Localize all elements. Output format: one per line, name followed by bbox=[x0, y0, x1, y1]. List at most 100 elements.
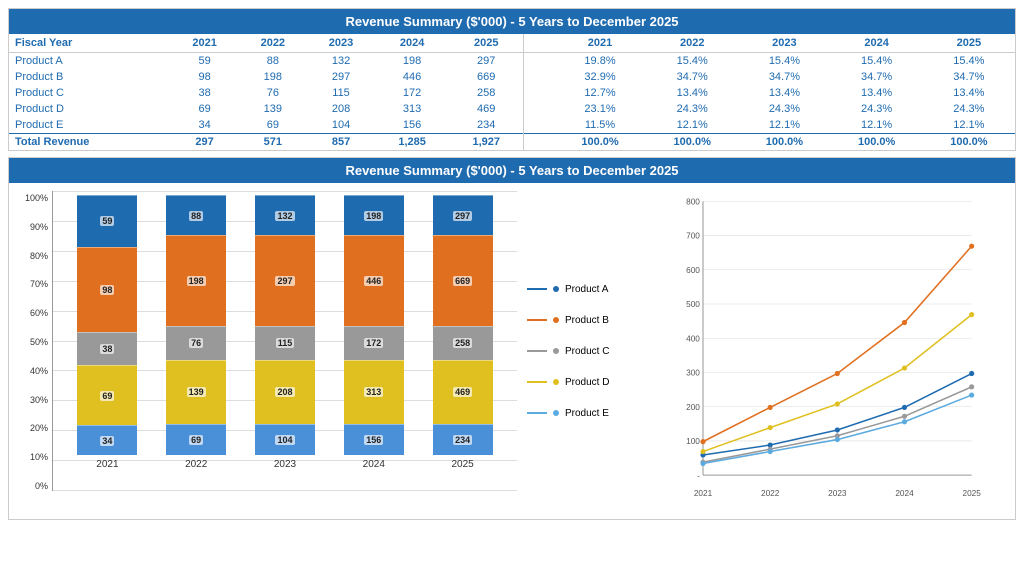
pct-cell: 15.4% bbox=[738, 53, 830, 70]
y-axis-label: 20% bbox=[17, 423, 48, 433]
product-name: Product B bbox=[9, 69, 171, 85]
bar-segment: 669 bbox=[433, 235, 493, 325]
value-cell: 69 bbox=[239, 117, 307, 134]
bar-segment: 156 bbox=[344, 424, 404, 455]
col-2022: 2022 bbox=[239, 34, 307, 53]
pct-cell: 24.3% bbox=[831, 101, 923, 117]
x-labels bbox=[52, 491, 517, 511]
bar-value-label: 38 bbox=[100, 344, 114, 354]
total-pct: 100.0% bbox=[923, 134, 1015, 151]
bar-value-label: 59 bbox=[100, 216, 114, 226]
legend-label: Product C bbox=[565, 346, 609, 357]
total-value: 297 bbox=[171, 134, 239, 151]
product-name: Product D bbox=[9, 101, 171, 117]
svg-text:600: 600 bbox=[686, 266, 700, 275]
bar-segment: 313 bbox=[344, 360, 404, 423]
svg-text:100: 100 bbox=[686, 437, 700, 446]
bar-value-label: 208 bbox=[275, 387, 294, 397]
bar-column: 1563131724461982024 bbox=[344, 195, 404, 470]
table-row: Product A598813219829719.8%15.4%15.4%15.… bbox=[9, 53, 1015, 70]
pct-cell: 13.4% bbox=[738, 85, 830, 101]
bar-segment: 69 bbox=[166, 424, 226, 455]
value-cell: 258 bbox=[449, 85, 524, 101]
svg-text:2021: 2021 bbox=[694, 489, 713, 498]
bar-segment: 139 bbox=[166, 360, 226, 423]
value-cell: 104 bbox=[307, 117, 375, 134]
bar-column: 6913976198882022 bbox=[166, 195, 226, 470]
col-2021: 2021 bbox=[171, 34, 239, 53]
pct-col-2021: 2021 bbox=[554, 34, 646, 53]
right-panel: Product AProduct BProduct CProduct DProd… bbox=[527, 191, 1007, 511]
svg-text:300: 300 bbox=[686, 369, 700, 378]
bar-x-label: 2024 bbox=[363, 459, 385, 470]
bar-value-label: 297 bbox=[275, 276, 294, 286]
pct-cell: 34.7% bbox=[923, 69, 1015, 85]
y-axis-label: 80% bbox=[17, 251, 48, 261]
total-value: 1,927 bbox=[449, 134, 524, 151]
legend-item: Product C bbox=[527, 346, 637, 357]
bar-column: 1042081152971322023 bbox=[255, 195, 315, 470]
bar-value-label: 69 bbox=[100, 391, 114, 401]
pct-col-2023: 2023 bbox=[738, 34, 830, 53]
bar-value-label: 234 bbox=[453, 435, 472, 445]
col-2023: 2023 bbox=[307, 34, 375, 53]
legend-item: Product E bbox=[527, 408, 637, 419]
table-row: Product D6913920831346923.1%24.3%24.3%24… bbox=[9, 101, 1015, 117]
value-cell: 198 bbox=[239, 69, 307, 85]
value-cell: 98 bbox=[171, 69, 239, 85]
legend-item: Product D bbox=[527, 377, 637, 388]
pct-cell: 15.4% bbox=[923, 53, 1015, 70]
table-row: Product E346910415623411.5%12.1%12.1%12.… bbox=[9, 117, 1015, 134]
pct-cell: 23.1% bbox=[554, 101, 646, 117]
value-cell: 446 bbox=[375, 69, 449, 85]
pct-cell: 11.5% bbox=[554, 117, 646, 134]
legend-label: Product D bbox=[565, 377, 609, 388]
bar-segment: 172 bbox=[344, 326, 404, 361]
legend-dot-icon bbox=[553, 286, 559, 292]
col-2024: 2024 bbox=[375, 34, 449, 53]
bar-chart-plot: 3469389859202169139761988820221042081152… bbox=[52, 191, 517, 491]
bar-segment: 198 bbox=[344, 195, 404, 235]
bar-value-label: 172 bbox=[364, 338, 383, 348]
y-axis-label: 60% bbox=[17, 308, 48, 318]
chart-title: Revenue Summary ($'000) - 5 Years to Dec… bbox=[9, 158, 1015, 183]
bar-value-label: 69 bbox=[189, 435, 203, 445]
legend-line-icon bbox=[527, 412, 547, 414]
bar-x-label: 2023 bbox=[274, 459, 296, 470]
legend-line-icon bbox=[527, 288, 547, 290]
bar-value-label: 104 bbox=[275, 435, 294, 445]
legend-line-icon bbox=[527, 350, 547, 352]
value-cell: 88 bbox=[239, 53, 307, 70]
svg-text:400: 400 bbox=[686, 334, 700, 343]
total-value: 571 bbox=[239, 134, 307, 151]
value-cell: 469 bbox=[449, 101, 524, 117]
divider-cell bbox=[524, 53, 554, 70]
pct-cell: 15.4% bbox=[646, 53, 738, 70]
bar-stack: 156313172446198 bbox=[344, 195, 404, 455]
value-cell: 34 bbox=[171, 117, 239, 134]
pct-col-2024: 2024 bbox=[831, 34, 923, 53]
svg-text:800: 800 bbox=[686, 197, 700, 206]
bar-value-label: 469 bbox=[453, 387, 472, 397]
legend-label: Product A bbox=[565, 284, 608, 295]
pct-cell: 32.9% bbox=[554, 69, 646, 85]
bar-x-label: 2021 bbox=[96, 459, 118, 470]
value-cell: 76 bbox=[239, 85, 307, 101]
legend-label: Product E bbox=[565, 408, 609, 419]
y-axis-label: 40% bbox=[17, 366, 48, 376]
bar-segment: 98 bbox=[77, 247, 137, 333]
bar-stack: 234469258669297 bbox=[433, 195, 493, 455]
bar-value-label: 297 bbox=[453, 211, 472, 221]
total-label: Total Revenue bbox=[9, 134, 171, 151]
bar-value-label: 76 bbox=[189, 338, 203, 348]
bar-segment: 234 bbox=[433, 424, 493, 455]
pct-cell: 12.7% bbox=[554, 85, 646, 101]
pct-cell: 34.7% bbox=[738, 69, 830, 85]
bar-value-label: 198 bbox=[187, 276, 206, 286]
pct-cell: 13.4% bbox=[831, 85, 923, 101]
bars-group: 3469389859202169139761988820221042081152… bbox=[53, 191, 517, 470]
divider-cell bbox=[524, 134, 554, 151]
value-cell: 139 bbox=[239, 101, 307, 117]
svg-text:-: - bbox=[697, 471, 700, 480]
bar-segment: 76 bbox=[166, 326, 226, 361]
